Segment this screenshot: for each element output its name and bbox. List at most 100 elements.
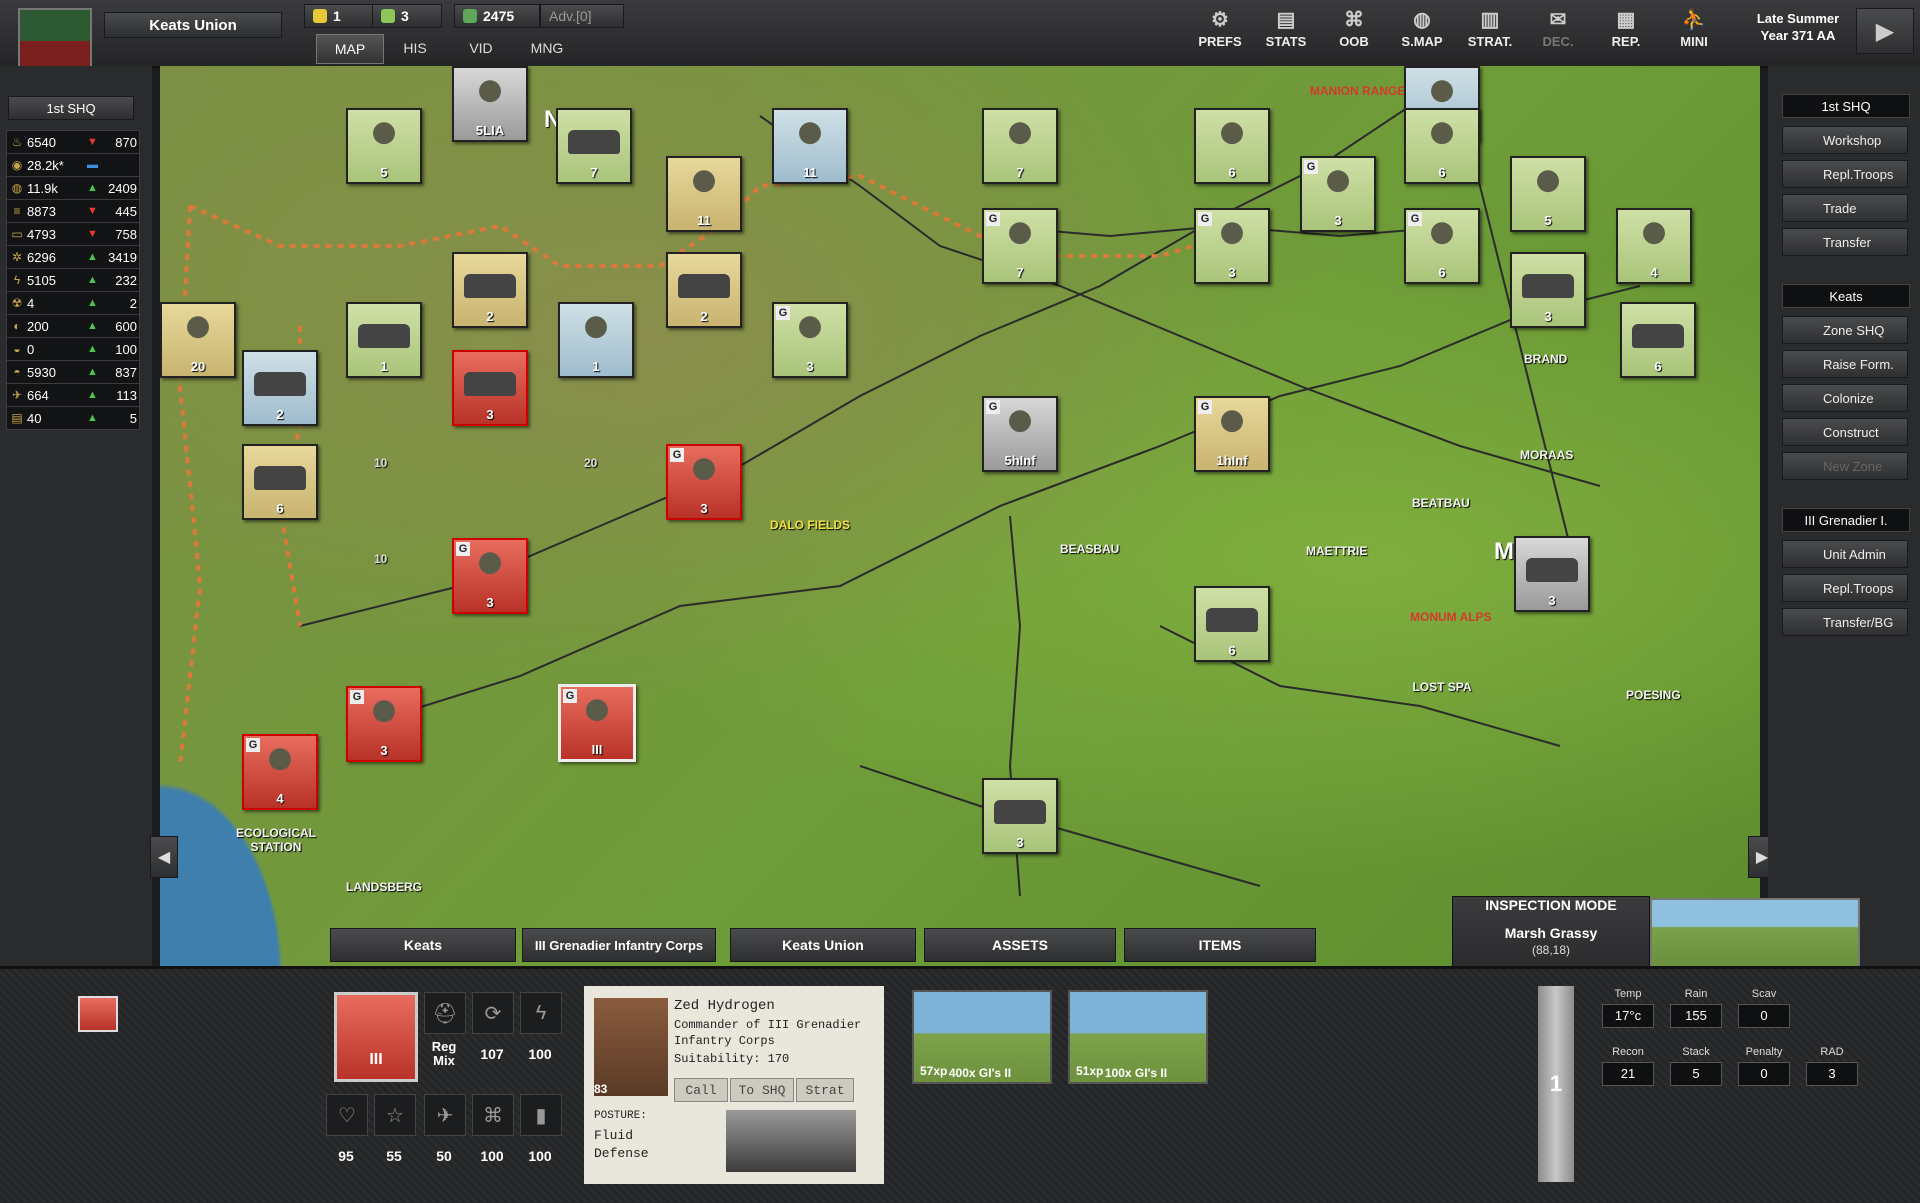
prefs-button[interactable]: ⚙ PREFS <box>1188 0 1252 56</box>
selected-unit-card[interactable]: III <box>334 992 418 1082</box>
map-unit[interactable]: 11 <box>666 156 742 232</box>
map-unit[interactable]: 6 <box>1620 302 1696 378</box>
posture-label: POSTURE: <box>594 1110 647 1122</box>
map-unit[interactable]: 7 <box>556 108 632 184</box>
shq-section-header: 1st SHQ <box>1782 94 1910 118</box>
label-lost-spa: LOST SPA <box>1412 680 1472 694</box>
chevron-right-icon: ▶ <box>1755 849 1769 866</box>
transfer-button[interactable]: Transfer <box>1782 228 1908 256</box>
map-unit[interactable]: G3 <box>1194 208 1270 284</box>
map-unit[interactable]: G3 <box>666 444 742 520</box>
vehicle-image <box>726 1110 856 1172</box>
resource-delta: 445 <box>115 203 137 219</box>
resource-icon: ▭ <box>11 227 23 241</box>
map-unit[interactable]: 2 <box>666 252 742 328</box>
map-unit[interactable]: 3 <box>982 778 1058 854</box>
raise-formation-button[interactable]: Raise Form. <box>1782 350 1908 378</box>
oob-button[interactable]: ⌘ OOB <box>1322 0 1386 56</box>
tab-items[interactable]: ITEMS <box>1124 928 1316 962</box>
next-turn-button[interactable]: ▶ <box>1856 8 1914 54</box>
map-unit[interactable]: 5 <box>346 108 422 184</box>
strategic-map-button[interactable]: ◍ S.MAP <box>1390 0 1454 56</box>
map-unit[interactable]: G3 <box>452 538 528 614</box>
resource-icon: ✲ <box>11 250 23 264</box>
map-unit[interactable]: G3 <box>1300 156 1376 232</box>
scroll-left-button[interactable]: ◀ <box>150 836 178 878</box>
soldier-icon <box>381 9 395 23</box>
new-zone-button[interactable]: New Zone <box>1782 452 1908 480</box>
to-shq-button[interactable]: To SHQ <box>730 1078 794 1102</box>
resource-value: 5105 <box>27 272 56 288</box>
faction-flag[interactable] <box>18 8 92 74</box>
map-unit[interactable]: G4 <box>242 734 318 810</box>
map-unit[interactable]: G3 <box>772 302 848 378</box>
resource-row: ϟ 5105 ▲ 232 <box>6 268 140 292</box>
arrow-up-icon: ▲ <box>87 297 98 309</box>
selected-unit[interactable]: G III <box>558 684 636 762</box>
infantry-icon <box>178 312 218 350</box>
transfer-bg-button[interactable]: Transfer/BG <box>1782 608 1908 636</box>
map-unit[interactable]: 1 <box>558 302 634 378</box>
call-button[interactable]: Call <box>674 1078 728 1102</box>
map-unit[interactable]: 4 <box>1616 208 1692 284</box>
map-unit[interactable]: G6 <box>1404 208 1480 284</box>
resource-icon: ◍ <box>11 181 23 195</box>
stat-advance: Adv.[0] <box>540 4 624 28</box>
map-unit[interactable]: G 5hInf <box>982 396 1058 472</box>
map-unit[interactable]: 5 <box>1510 156 1586 232</box>
map-unit[interactable]: 5LIA <box>452 66 528 142</box>
infantry-icon <box>1318 166 1358 204</box>
map-unit[interactable]: 7 <box>982 108 1058 184</box>
repl-troops-button[interactable]: Repl.Troops <box>1782 160 1908 188</box>
unit-admin-button[interactable]: Unit Admin <box>1782 540 1908 568</box>
report-button[interactable]: ▦ REP. <box>1594 0 1658 56</box>
map-unit[interactable]: 11 <box>772 108 848 184</box>
unit-repl-troops-button[interactable]: Repl.Troops <box>1782 574 1908 602</box>
unit-section-header: III Grenadier I. <box>1782 508 1910 532</box>
tab-mng[interactable]: MNG <box>514 34 580 62</box>
tab-keats[interactable]: Keats <box>330 928 516 962</box>
tab-assets[interactable]: ASSETS <box>924 928 1116 962</box>
strategy-button[interactable]: ▥ STRAT. <box>1458 0 1522 56</box>
hex-map[interactable]: MANION RANGE DALO FIELDS BEASBAU MAETTRI… <box>160 66 1760 966</box>
workshop-button[interactable]: Workshop <box>1782 126 1908 154</box>
unit-thumbnail[interactable] <box>78 996 118 1032</box>
map-unit[interactable]: 3 <box>1514 536 1590 612</box>
map-unit[interactable]: 3 <box>1510 252 1586 328</box>
label-maettrie: MAETTRIE <box>1306 544 1368 558</box>
tab-vid[interactable]: VID <box>448 34 514 62</box>
map-unit[interactable]: 6 <box>1194 586 1270 662</box>
decisions-button[interactable]: ✉ DEC. <box>1526 0 1590 56</box>
map-unit[interactable]: 2 <box>452 252 528 328</box>
stat-money: 2475 <box>454 4 540 28</box>
map-unit[interactable]: 6 <box>242 444 318 520</box>
mini-button[interactable]: ⛹ MINI <box>1662 0 1726 56</box>
trade-button[interactable]: Trade <box>1782 194 1908 222</box>
map-unit[interactable]: 1 <box>346 302 422 378</box>
map-unit[interactable]: 2 <box>242 350 318 426</box>
resource-delta: 2409 <box>108 180 137 196</box>
map-unit[interactable]: G7 <box>982 208 1058 284</box>
faction-name[interactable]: Keats Union <box>104 12 282 38</box>
tab-grenadier-corps[interactable]: III Grenadier Infantry Corps <box>522 928 716 962</box>
map-unit[interactable]: 20 <box>160 302 236 378</box>
strat-button[interactable]: Strat <box>796 1078 854 1102</box>
tab-his[interactable]: HIS <box>382 34 448 62</box>
map-unit[interactable]: G 1hInf <box>1194 396 1270 472</box>
stats-button[interactable]: ▤ STATS <box>1254 0 1318 56</box>
sun-icon <box>313 9 327 23</box>
tab-keats-union[interactable]: Keats Union <box>730 928 916 962</box>
stat-health: 95 <box>338 1148 354 1164</box>
action-panel: 1st SHQ Workshop Repl.Troops Trade Trans… <box>1768 66 1920 966</box>
map-unit[interactable]: 6 <box>1194 108 1270 184</box>
map-unit[interactable]: G3 <box>346 686 422 762</box>
construct-button[interactable]: Construct <box>1782 418 1908 446</box>
map-unit[interactable]: 3 <box>452 350 528 426</box>
map-unit[interactable]: 6 <box>1404 108 1480 184</box>
colonize-button[interactable]: Colonize <box>1782 384 1908 412</box>
resource-delta: 837 <box>115 364 137 380</box>
label-ecological-station: ECOLOGICAL STATION <box>236 826 316 854</box>
tab-map[interactable]: MAP <box>316 34 384 64</box>
zone-shq-button[interactable]: Zone SHQ <box>1782 316 1908 344</box>
shq-header[interactable]: 1st SHQ <box>8 96 134 120</box>
